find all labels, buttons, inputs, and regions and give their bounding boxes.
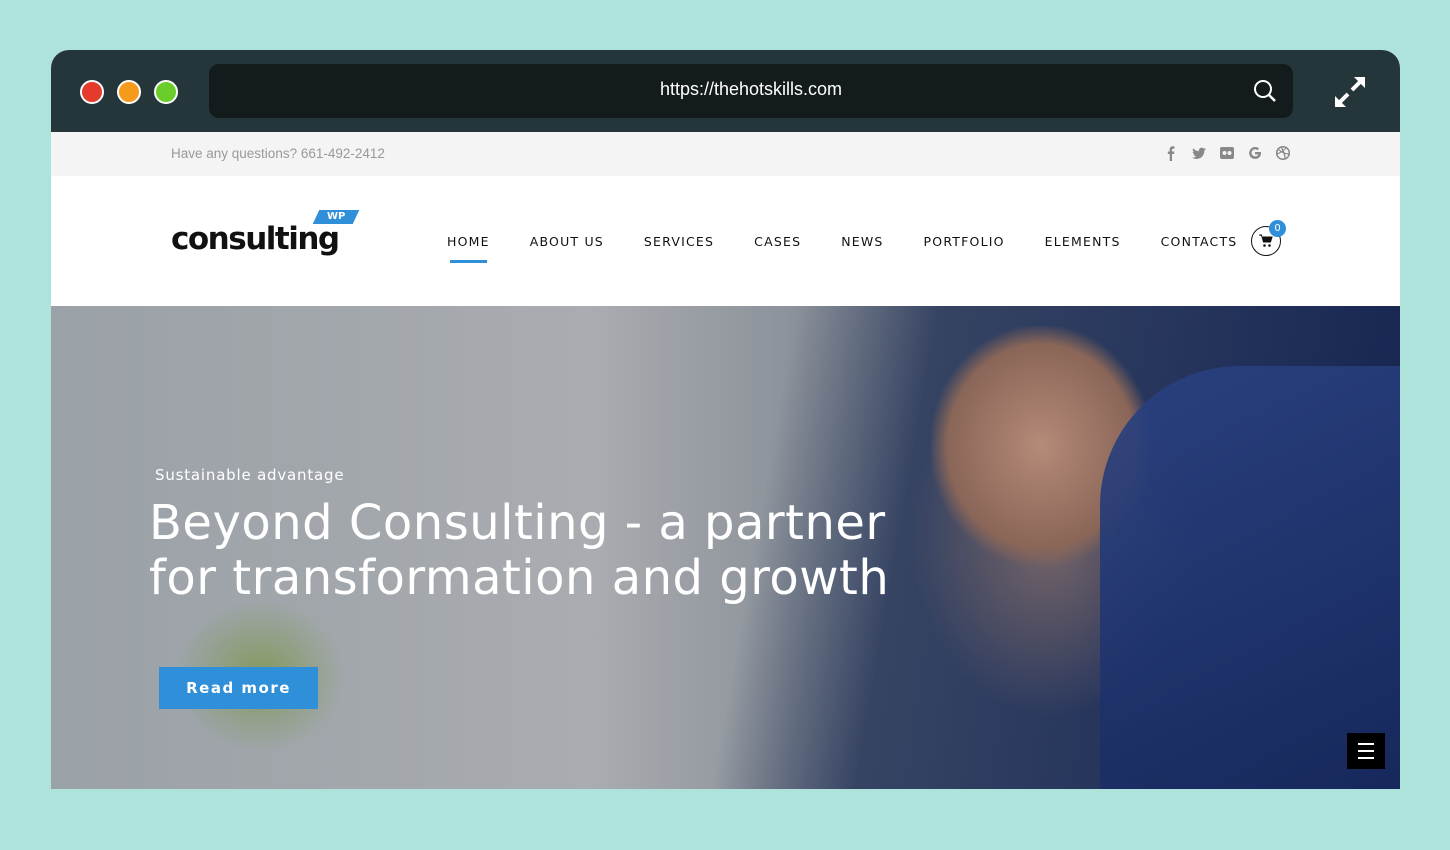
hero-photo-figure-2 — [1100, 366, 1400, 789]
hero-subtitle: Sustainable advantage — [155, 466, 345, 484]
cart-count-badge: 0 — [1269, 220, 1286, 237]
twitter-icon[interactable] — [1191, 145, 1207, 161]
hero-title: Beyond Consulting - a partner for transf… — [149, 495, 890, 606]
close-window-button[interactable] — [80, 80, 104, 104]
main-header: consulting WP HOME ABOUT US SERVICES CAS… — [51, 176, 1400, 306]
url-text[interactable]: https://thehotskills.com — [209, 79, 1293, 100]
nav-cases[interactable]: CASES — [754, 234, 801, 249]
nav-portfolio[interactable]: PORTFOLIO — [924, 234, 1005, 249]
search-icon[interactable] — [1253, 79, 1277, 103]
nav-news[interactable]: NEWS — [841, 234, 883, 249]
contact-phone: Have any questions? 661-492-2412 — [171, 146, 385, 161]
expand-icon[interactable] — [1334, 76, 1366, 108]
top-info-bar: Have any questions? 661-492-2412 — [51, 132, 1400, 176]
main-menu: HOME ABOUT US SERVICES CASES NEWS PORTFO… — [447, 234, 1277, 263]
dribbble-icon[interactable] — [1275, 145, 1291, 161]
minimize-window-button[interactable] — [117, 80, 141, 104]
hero-slider: Sustainable advantage Beyond Consulting … — [51, 306, 1400, 789]
cart-icon — [1259, 234, 1273, 247]
nav-elements[interactable]: ELEMENTS — [1045, 234, 1121, 249]
logo-text: consulting — [171, 221, 340, 257]
social-links — [1163, 145, 1291, 161]
nav-contacts[interactable]: CONTACTS — [1161, 234, 1238, 249]
google-icon[interactable] — [1247, 145, 1263, 161]
nav-home[interactable]: HOME — [447, 234, 490, 263]
browser-window: https://thehotskills.com Have any questi… — [51, 50, 1400, 789]
browser-chrome: https://thehotskills.com — [51, 50, 1400, 132]
address-bar[interactable]: https://thehotskills.com — [209, 64, 1293, 118]
nav-services[interactable]: SERVICES — [644, 234, 714, 249]
flickr-icon[interactable] — [1219, 145, 1235, 161]
nav-about-us[interactable]: ABOUT US — [530, 234, 604, 249]
logo-badge: WP — [312, 210, 360, 224]
read-more-button[interactable]: Read more — [159, 667, 318, 709]
facebook-icon[interactable] — [1163, 145, 1179, 161]
maximize-window-button[interactable] — [154, 80, 178, 104]
menu-toggle-button[interactable] — [1347, 733, 1385, 769]
